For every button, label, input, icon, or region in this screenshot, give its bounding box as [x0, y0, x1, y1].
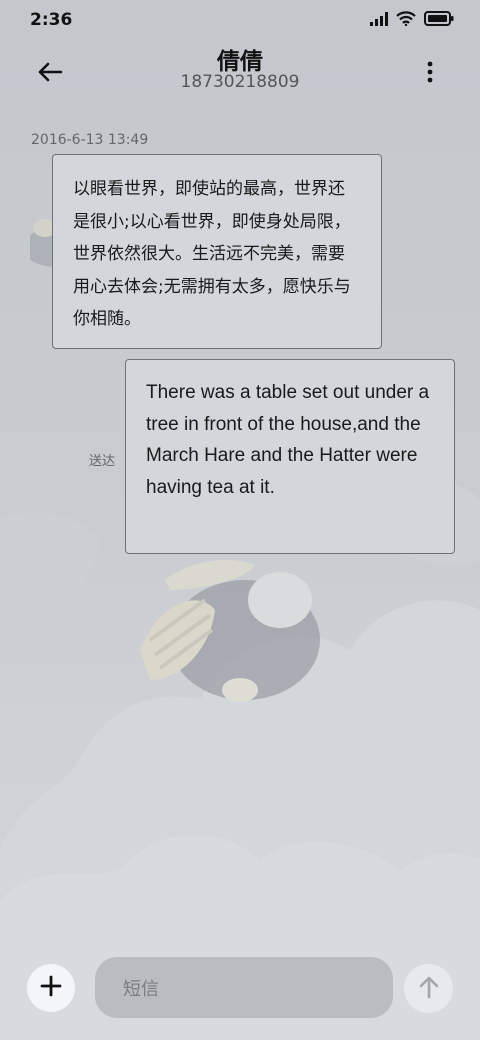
wifi-icon	[396, 11, 416, 30]
message-input-placeholder: 短信	[123, 978, 159, 1000]
more-options-button[interactable]	[410, 54, 450, 94]
message-input[interactable]: 短信	[95, 957, 393, 1018]
plus-icon	[40, 975, 62, 1001]
incoming-message-bubble[interactable]: 以眼看世界，即使站的最高，世界还是很小;以心看世界，即使身处局限，世界依然很大。…	[52, 154, 382, 349]
battery-icon	[424, 11, 454, 30]
message-text: 以眼看世界，即使站的最高，世界还是很小;以心看世界，即使身处局限，世界依然很大。…	[73, 179, 351, 329]
message-text: There was a table set out under a tree i…	[146, 382, 430, 498]
status-time: 2:36	[30, 10, 73, 30]
status-icons	[370, 11, 454, 30]
conversation-header: 倩倩 18730218809	[0, 40, 480, 102]
more-vertical-icon	[427, 61, 433, 87]
message-composer: 短信	[0, 948, 480, 1040]
add-attachment-button[interactable]	[27, 964, 75, 1012]
status-bar: 2:36	[0, 0, 480, 40]
outgoing-message-bubble[interactable]: There was a table set out under a tree i…	[125, 359, 455, 554]
signal-icon	[370, 11, 388, 30]
message-timestamp: 2016-6-13 13:49	[31, 132, 149, 148]
delivery-status: 送达	[89, 454, 116, 469]
contact-number: 18730218809	[180, 72, 300, 92]
arrow-up-icon	[418, 975, 440, 1003]
send-button[interactable]	[404, 964, 453, 1013]
contact-name: 倩倩	[217, 49, 263, 75]
